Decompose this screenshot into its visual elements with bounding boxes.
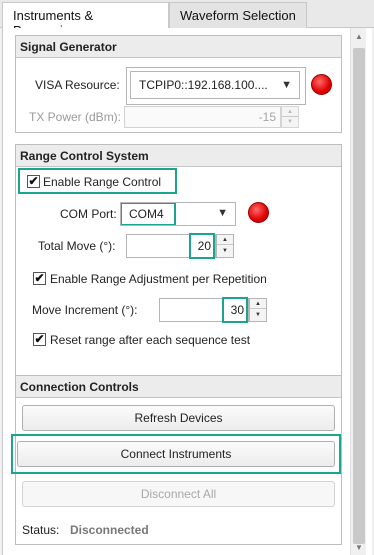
com-port-dropdown[interactable]: COM4 ▼	[120, 202, 236, 226]
spin-up-icon[interactable]: ▲	[250, 299, 266, 309]
tx-power-stepper[interactable]: ▲ ▼	[281, 106, 299, 128]
connect-instruments-button[interactable]: Connect Instruments	[17, 441, 335, 467]
total-move-value: 20	[197, 239, 211, 253]
chevron-down-icon: ▼	[217, 207, 228, 219]
tab-content: Signal Generator VISA Resource: TCPIP0::…	[2, 28, 372, 555]
visa-resource-dropdown[interactable]: TCPIP0::192.168.100.... ▼	[126, 67, 306, 105]
move-increment-input[interactable]: 30	[159, 297, 249, 323]
move-increment-value: 30	[230, 303, 244, 317]
tx-power-label: TX Power (dBm):	[29, 110, 122, 124]
visa-resource-label: VISA Resource:	[35, 78, 120, 92]
spin-up-icon[interactable]: ▲	[282, 107, 298, 117]
total-move-stepper[interactable]: ▲ ▼	[216, 234, 234, 258]
scroll-up-icon[interactable]: ▲	[351, 30, 367, 44]
spin-down-icon[interactable]: ▼	[217, 246, 233, 256]
visa-status-lamp	[311, 74, 332, 95]
panel-title: Connection Controls	[16, 376, 341, 398]
panel-title: Signal Generator	[16, 36, 341, 58]
move-increment-stepper[interactable]: ▲ ▼	[249, 298, 267, 322]
scroll-down-icon[interactable]: ▼	[351, 541, 367, 555]
total-move-input[interactable]: 20	[126, 233, 216, 259]
range-control-panel: Range Control System ✔ Enable Range Cont…	[15, 144, 342, 388]
scroll-thumb[interactable]	[353, 48, 365, 544]
vertical-scrollbar[interactable]: ▲ ▼	[350, 28, 366, 555]
signal-generator-panel: Signal Generator VISA Resource: TCPIP0::…	[15, 35, 342, 133]
enable-range-control-highlight[interactable]: ✔ Enable Range Control	[18, 168, 177, 194]
reset-range-label: Reset range after each sequence test	[50, 333, 251, 347]
enable-range-control-checkbox[interactable]: ✔	[27, 175, 40, 188]
spin-down-icon[interactable]: ▼	[250, 310, 266, 320]
panel-title: Range Control System	[16, 145, 341, 167]
com-port-value: COM4	[129, 207, 164, 221]
spin-up-icon[interactable]: ▲	[217, 235, 233, 245]
status-label: Status:	[22, 523, 60, 537]
move-increment-label: Move Increment (°):	[32, 303, 138, 317]
tab-waveform-selection[interactable]: Waveform Selection	[169, 2, 307, 28]
refresh-devices-button[interactable]: Refresh Devices	[22, 405, 335, 431]
com-port-status-lamp	[248, 202, 269, 223]
tab-instruments-processing[interactable]: Instruments & Processing	[2, 2, 169, 38]
tab-bar: Instruments & Processing Waveform Select…	[0, 0, 374, 38]
connection-controls-panel: Connection Controls Refresh Devices Conn…	[11, 375, 342, 545]
reset-range-checkbox[interactable]: ✔	[33, 333, 46, 346]
range-adjustment-checkbox[interactable]: ✔	[33, 272, 46, 285]
spin-down-icon[interactable]: ▼	[282, 117, 298, 127]
range-adjustment-label: Enable Range Adjustment per Repetition	[50, 272, 267, 286]
tx-power-input[interactable]: -15	[124, 106, 281, 128]
disconnect-all-button[interactable]: Disconnect All	[22, 481, 335, 507]
chevron-down-icon: ▼	[281, 79, 292, 91]
enable-range-control-label: Enable Range Control	[43, 175, 162, 189]
total-move-label: Total Move (°):	[38, 239, 116, 253]
visa-resource-value: TCPIP0::192.168.100....	[139, 78, 268, 92]
status-value: Disconnected	[70, 523, 149, 537]
com-port-label: COM Port:	[60, 207, 117, 221]
